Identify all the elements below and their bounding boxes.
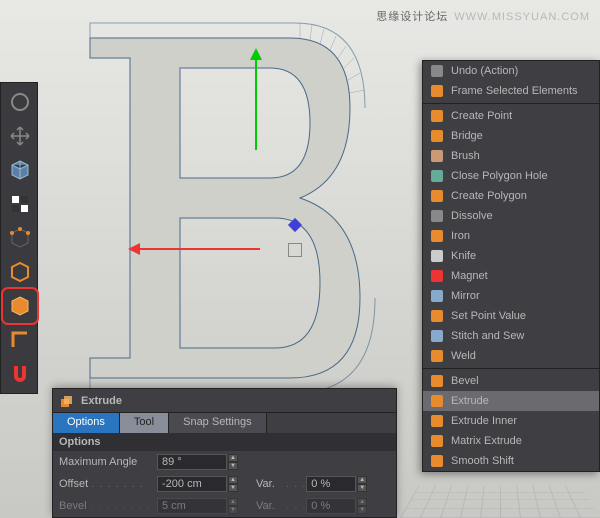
- menu-label: Close Polygon Hole: [451, 170, 548, 182]
- offset-spinner[interactable]: ▲▼: [228, 476, 238, 492]
- max-angle-spinner[interactable]: ▲▼: [228, 454, 238, 470]
- menu-set-point-value[interactable]: Set Point Value: [423, 306, 599, 326]
- menu-magnet[interactable]: Magnet: [423, 266, 599, 286]
- menu-label: Knife: [451, 250, 476, 262]
- menu-extrude[interactable]: Extrude: [423, 391, 599, 411]
- offset-var-label: Var.: [256, 478, 286, 490]
- menu-label: Create Point: [451, 110, 512, 122]
- create-poly-icon: [429, 188, 445, 204]
- menu-label: Extrude: [451, 395, 489, 407]
- menu-label: Stitch and Sew: [451, 330, 524, 342]
- extrude-icon: [59, 393, 75, 409]
- live-selection-tool[interactable]: [4, 86, 36, 118]
- menu-create-polygon[interactable]: Create Polygon: [423, 186, 599, 206]
- section-header: Options: [53, 433, 396, 451]
- mirror-icon: [429, 288, 445, 304]
- menu-extrude-inner[interactable]: Extrude Inner: [423, 411, 599, 431]
- matrix-extrude-icon: [429, 433, 445, 449]
- menu-label: Bridge: [451, 130, 483, 142]
- menu-label: Brush: [451, 150, 480, 162]
- menu-stitch-and-sew[interactable]: Stitch and Sew: [423, 326, 599, 346]
- axis-y[interactable]: [255, 50, 257, 150]
- menu-label: Iron: [451, 230, 470, 242]
- menu-label: Weld: [451, 350, 476, 362]
- menu-weld[interactable]: Weld: [423, 346, 599, 366]
- mode-toolbar: [0, 82, 38, 394]
- edge-mode[interactable]: [4, 256, 36, 288]
- menu-mirror[interactable]: Mirror: [423, 286, 599, 306]
- polygon-mode[interactable]: [4, 290, 36, 322]
- brush-icon: [429, 148, 445, 164]
- weld-icon: [429, 348, 445, 364]
- menu-label: Smooth Shift: [451, 455, 514, 467]
- menu-close-polygon-hole[interactable]: Close Polygon Hole: [423, 166, 599, 186]
- menu-label: Bevel: [451, 375, 479, 387]
- tab-snap-settings[interactable]: Snap Settings: [169, 413, 267, 433]
- bridge-icon: [429, 128, 445, 144]
- undo-icon: [429, 63, 445, 79]
- set-point-icon: [429, 308, 445, 324]
- stitch-icon: [429, 328, 445, 344]
- menu-brush[interactable]: Brush: [423, 146, 599, 166]
- axis-x[interactable]: [130, 248, 260, 250]
- attribute-panel: Extrude Options Tool Snap Settings Optio…: [52, 388, 397, 518]
- panel-title: Extrude: [81, 395, 122, 407]
- menu-dissolve[interactable]: Dissolve: [423, 206, 599, 226]
- menu-label: Undo (Action): [451, 65, 518, 77]
- menu-undo-action-[interactable]: Undo (Action): [423, 61, 599, 81]
- iron-icon: [429, 228, 445, 244]
- max-angle-input[interactable]: [157, 454, 227, 470]
- offset-input[interactable]: [157, 476, 227, 492]
- max-angle-label: Maximum Angle: [59, 456, 157, 468]
- menu-bridge[interactable]: Bridge: [423, 126, 599, 146]
- dissolve-icon: [429, 208, 445, 224]
- menu-iron[interactable]: Iron: [423, 226, 599, 246]
- menu-label: Mirror: [451, 290, 480, 302]
- point-mode[interactable]: [4, 222, 36, 254]
- menu-label: Magnet: [451, 270, 488, 282]
- menu-label: Create Polygon: [451, 190, 527, 202]
- bevel-label: Bevel . . . . . . . .: [59, 500, 157, 512]
- extrude-inner-icon: [429, 413, 445, 429]
- create-point-icon: [429, 108, 445, 124]
- bevel-input: [157, 498, 227, 514]
- smooth-shift-icon: [429, 453, 445, 469]
- material-tool[interactable]: [4, 188, 36, 220]
- menu-label: Extrude Inner: [451, 415, 517, 427]
- tab-options[interactable]: Options: [53, 413, 120, 433]
- magnet-icon: [429, 268, 445, 284]
- context-menu: Undo (Action) Frame Selected Elements Crea…: [422, 60, 600, 472]
- close-poly-icon: [429, 168, 445, 184]
- bevel-var-spinner: ▲▼: [357, 498, 367, 514]
- axis-plane-handle[interactable]: [288, 243, 302, 257]
- move-tool[interactable]: [4, 120, 36, 152]
- menu-create-point[interactable]: Create Point: [423, 106, 599, 126]
- extrude-icon: [429, 393, 445, 409]
- menu-label: Set Point Value: [451, 310, 526, 322]
- frame-icon: [429, 83, 445, 99]
- bevel-icon: [429, 373, 445, 389]
- menu-smooth-shift[interactable]: Smooth Shift: [423, 451, 599, 471]
- menu-bevel[interactable]: Bevel: [423, 371, 599, 391]
- cube-tool[interactable]: [4, 154, 36, 186]
- offset-var-spinner[interactable]: ▲▼: [357, 476, 367, 492]
- knife-icon: [429, 248, 445, 264]
- letter-b-mesh: [70, 18, 390, 398]
- axis-tool[interactable]: [4, 324, 36, 356]
- bevel-var-label: Var.: [256, 500, 286, 512]
- offset-var-input[interactable]: [306, 476, 356, 492]
- menu-frame-selected-elements[interactable]: Frame Selected Elements: [423, 81, 599, 101]
- menu-label: Matrix Extrude: [451, 435, 522, 447]
- menu-matrix-extrude[interactable]: Matrix Extrude: [423, 431, 599, 451]
- bevel-spinner: ▲▼: [228, 498, 238, 514]
- menu-label: Dissolve: [451, 210, 493, 222]
- menu-label: Frame Selected Elements: [451, 85, 578, 97]
- tab-tool[interactable]: Tool: [120, 413, 169, 433]
- magnet-tool[interactable]: [4, 358, 36, 390]
- offset-label: Offset . . . . . . .: [59, 478, 157, 490]
- menu-knife[interactable]: Knife: [423, 246, 599, 266]
- bevel-var-input: [306, 498, 356, 514]
